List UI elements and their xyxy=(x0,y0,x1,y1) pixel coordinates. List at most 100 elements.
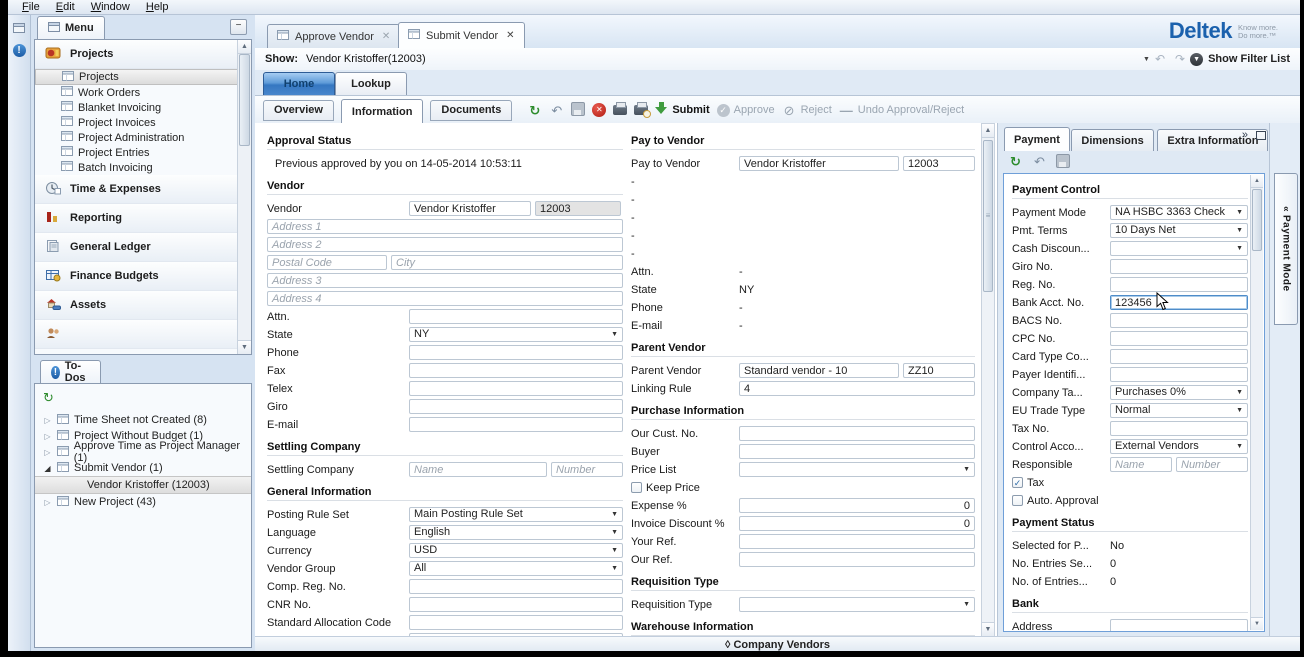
field-input[interactable]: City xyxy=(391,255,623,270)
parent-vendor-input[interactable]: ZZ10 xyxy=(903,363,975,378)
scroll-down-icon[interactable]: ▼ xyxy=(1251,617,1263,630)
bank-acct-no-input[interactable]: 123456 xyxy=(1110,295,1248,310)
panel-tab-dimensions[interactable]: Dimensions xyxy=(1071,129,1153,151)
language-dropdown[interactable]: English▼ xyxy=(409,525,623,540)
attn-input[interactable] xyxy=(409,309,623,324)
our-ref-input[interactable] xyxy=(739,552,975,567)
doc-tab-approve-vendor[interactable]: Approve Vendor✕ xyxy=(267,24,400,48)
todos-tab[interactable]: ! To-Dos xyxy=(40,360,101,383)
sidebar-item-project-administration[interactable]: Project Administration xyxy=(35,130,238,145)
settling-company-input[interactable]: Number xyxy=(551,462,623,477)
print-preview-icon[interactable] xyxy=(634,102,648,118)
payer-identifi-input[interactable] xyxy=(1110,367,1248,382)
doc-tab-submit-vendor[interactable]: Submit Vendor✕ xyxy=(398,22,525,48)
tax-checkbox[interactable] xyxy=(1012,477,1023,488)
cash-discoun-dropdown[interactable]: ▼ xyxy=(1110,241,1248,256)
todo-item-approve-time-as-project-manager-1[interactable]: ▷Approve Time as Project Manager (1) xyxy=(35,444,251,460)
history-back-icon[interactable]: ↶ xyxy=(1155,52,1165,66)
posting-rule-set-dropdown[interactable]: Main Posting Rule Set▼ xyxy=(409,507,623,522)
sidebar-item-work-orders[interactable]: Work Orders xyxy=(35,85,238,100)
linking-rule-input[interactable]: 4 xyxy=(739,381,975,396)
sidebar-item-project-entries[interactable]: Project Entries xyxy=(35,145,238,160)
show-value[interactable]: Vendor Kristoffer(12003) xyxy=(306,53,426,65)
menu-file[interactable]: File xyxy=(22,1,40,13)
reg-no-input[interactable] xyxy=(1110,277,1248,292)
tab-lookup[interactable]: Lookup xyxy=(335,72,407,95)
menu-window[interactable]: Window xyxy=(91,1,130,13)
expand-panel-icon[interactable]: » xyxy=(1242,129,1248,141)
invoice-discount-input[interactable]: 0 xyxy=(739,516,975,531)
vendor-group-dropdown[interactable]: All▼ xyxy=(409,561,623,576)
pay-to-vendor-input[interactable]: Vendor Kristoffer xyxy=(739,156,899,171)
giro-no-input[interactable] xyxy=(1110,259,1248,274)
expand-icon[interactable]: ▷ xyxy=(43,416,52,425)
comp-reg-no-input[interactable] xyxy=(409,579,623,594)
scroll-down-icon[interactable]: ▼ xyxy=(238,340,251,354)
collapse-sidebar-button[interactable]: − xyxy=(230,19,247,35)
cpc-no-input[interactable] xyxy=(1110,331,1248,346)
sidebar-item-batch-invoicing[interactable]: Batch Invoicing xyxy=(35,160,238,175)
sidebar-group-partial[interactable] xyxy=(35,320,238,349)
e-mail-input[interactable] xyxy=(409,417,623,432)
subtab-overview[interactable]: Overview xyxy=(263,100,334,121)
subtab-information[interactable]: Information xyxy=(341,99,424,124)
refresh-icon[interactable]: ↻ xyxy=(35,388,251,412)
field-input[interactable]: Postal Code xyxy=(267,255,387,270)
bacs-no-input[interactable] xyxy=(1110,313,1248,328)
scroll-up-icon[interactable]: ▲ xyxy=(982,124,994,138)
submit-button[interactable]: Submit xyxy=(655,102,709,118)
sidebar-item-project-invoices[interactable]: Project Invoices xyxy=(35,115,238,130)
undo-icon[interactable]: ↶ xyxy=(1032,154,1047,169)
panel-tab-payment[interactable]: Payment xyxy=(1004,127,1070,151)
cnr-no-input[interactable] xyxy=(409,597,623,612)
standard-allocation-code-input[interactable] xyxy=(409,615,623,630)
todo-item-time-sheet-not-created-8[interactable]: ▷Time Sheet not Created (8) xyxy=(35,412,251,428)
scrollbar-thumb[interactable] xyxy=(239,54,250,146)
todo-item-new-project-43[interactable]: ▷New Project (43) xyxy=(35,494,251,510)
menu-panel-icon[interactable] xyxy=(13,23,25,36)
refresh-icon[interactable]: ↻ xyxy=(527,103,542,118)
phone-input[interactable] xyxy=(409,345,623,360)
scroll-up-icon[interactable]: ▲ xyxy=(1251,175,1263,188)
close-icon[interactable]: ✕ xyxy=(506,30,514,41)
menu-help[interactable]: Help xyxy=(146,1,169,13)
currency-dropdown[interactable]: USD▼ xyxy=(409,543,623,558)
card-type-co-input[interactable] xyxy=(1110,349,1248,364)
our-cust-no-input[interactable] xyxy=(739,426,975,441)
fax-input[interactable] xyxy=(409,363,623,378)
undo-icon[interactable]: ↶ xyxy=(549,103,564,118)
expense-input[interactable]: 0 xyxy=(739,498,975,513)
sidebar-group-reporting[interactable]: Reporting xyxy=(35,204,238,233)
sidebar-group-general-ledger[interactable]: General Ledger xyxy=(35,233,238,262)
sidebar-group-time-expenses[interactable]: Time & Expenses xyxy=(35,175,238,204)
company-ta-dropdown[interactable]: Purchases 0%▼ xyxy=(1110,385,1248,400)
scrollbar-thumb[interactable]: ≡ xyxy=(983,140,993,292)
pay-to-vendor-input[interactable]: 12003 xyxy=(903,156,975,171)
giro-input[interactable] xyxy=(409,399,623,414)
sidebar-group-assets[interactable]: Assets xyxy=(35,291,238,320)
address-2-input[interactable]: Address 2 xyxy=(267,237,623,252)
todos-rail-icon[interactable]: ! xyxy=(13,44,26,57)
state-dropdown[interactable]: NY▼ xyxy=(409,327,623,342)
sidebar-item-blanket-invoicing[interactable]: Blanket Invoicing xyxy=(35,100,238,115)
address-3-input[interactable]: Address 3 xyxy=(267,273,623,288)
print-icon[interactable] xyxy=(613,102,627,118)
auto-approval-checkbox[interactable] xyxy=(1012,495,1023,506)
history-forward-icon[interactable]: ↷ xyxy=(1175,52,1185,66)
delete-icon[interactable]: ✕ xyxy=(592,103,606,117)
save-icon[interactable] xyxy=(571,102,585,119)
expand-icon[interactable]: ▷ xyxy=(43,432,52,441)
show-filter-list-button[interactable]: ▼ Show Filter List xyxy=(1190,53,1290,66)
maximize-panel-icon[interactable] xyxy=(1256,131,1266,140)
your-ref-input[interactable] xyxy=(739,534,975,549)
menu-edit[interactable]: Edit xyxy=(56,1,75,13)
pmt-terms-dropdown[interactable]: 10 Days Net▼ xyxy=(1110,223,1248,238)
panel-scrollbar[interactable]: ▲ ▼ xyxy=(1250,175,1263,630)
menu-scrollbar[interactable]: ▲ ▼ xyxy=(237,40,251,354)
payment-mode-dropdown[interactable]: NA HSBC 3363 Check▼ xyxy=(1110,205,1248,220)
price-list-dropdown[interactable]: ▼ xyxy=(739,462,975,477)
scroll-down-icon[interactable]: ▼ xyxy=(982,622,994,636)
payment-mode-vertical-tab[interactable]: « Payment Mode xyxy=(1274,173,1298,325)
sidebar-item-projects[interactable]: Projects xyxy=(35,69,238,85)
requisition-type-dropdown[interactable]: ▼ xyxy=(739,597,975,612)
